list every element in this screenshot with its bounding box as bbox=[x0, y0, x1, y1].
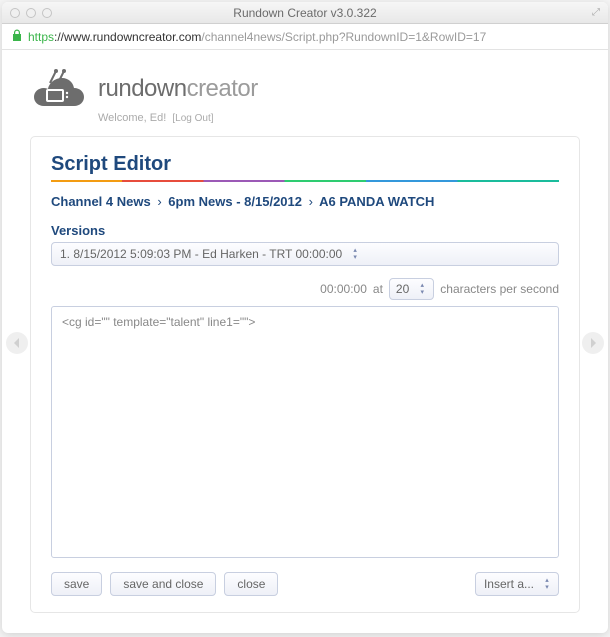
cps-stepper[interactable]: 20 ▴▾ bbox=[389, 278, 434, 300]
titlebar: Rundown Creator v3.0.322 ⤢ bbox=[2, 2, 608, 24]
script-editor-panel: Script Editor Channel 4 News › 6pm News … bbox=[30, 136, 580, 613]
stepper-icon: ▴▾ bbox=[415, 280, 429, 298]
breadcrumb-show[interactable]: Channel 4 News bbox=[51, 194, 151, 209]
script-editor-textarea[interactable] bbox=[51, 306, 559, 558]
content-area: rundowncreator Welcome, Ed! [Log Out] Sc… bbox=[2, 50, 608, 633]
at-label: at bbox=[373, 282, 383, 296]
close-button[interactable]: close bbox=[224, 572, 278, 596]
rainbow-divider bbox=[51, 180, 559, 182]
insert-select[interactable]: Insert a... ▴▾ bbox=[475, 572, 559, 596]
browser-window: Rundown Creator v3.0.322 ⤢ https://www.r… bbox=[2, 2, 608, 633]
stepper-icon: ▴▾ bbox=[540, 575, 554, 593]
url-bar[interactable]: https://www.rundowncreator.com/channel4n… bbox=[2, 24, 608, 50]
app-header: rundowncreator bbox=[30, 68, 580, 110]
prev-arrow-button[interactable] bbox=[6, 332, 28, 354]
window-title: Rundown Creator v3.0.322 bbox=[2, 6, 608, 20]
chevron-right-icon: › bbox=[306, 194, 316, 209]
brand-text: rundowncreator bbox=[98, 75, 258, 103]
stepper-icon: ▴▾ bbox=[348, 245, 362, 263]
cps-row: 00:00:00 at 20 ▴▾ characters per second bbox=[51, 278, 559, 300]
next-arrow-button[interactable] bbox=[582, 332, 604, 354]
welcome-line: Welcome, Ed! [Log Out] bbox=[98, 112, 580, 124]
versions-select[interactable]: 1. 8/15/2012 5:09:03 PM - Ed Harken - TR… bbox=[51, 242, 559, 266]
versions-selected-text: 1. 8/15/2012 5:09:03 PM - Ed Harken - TR… bbox=[60, 247, 342, 261]
chevron-right-icon: › bbox=[154, 194, 164, 209]
logo-icon bbox=[30, 68, 88, 110]
save-button[interactable]: save bbox=[51, 572, 102, 596]
versions-label: Versions bbox=[51, 223, 559, 238]
url-text: https://www.rundowncreator.com/channel4n… bbox=[28, 30, 486, 44]
insert-selected-text: Insert a... bbox=[484, 577, 534, 591]
save-and-close-button[interactable]: save and close bbox=[110, 572, 216, 596]
lock-icon bbox=[12, 29, 22, 44]
cps-value: 20 bbox=[396, 282, 409, 296]
panel-title: Script Editor bbox=[51, 153, 559, 176]
logout-link[interactable]: [Log Out] bbox=[172, 113, 213, 124]
breadcrumb-row[interactable]: A6 PANDA WATCH bbox=[319, 194, 434, 209]
breadcrumb-rundown[interactable]: 6pm News - 8/15/2012 bbox=[168, 194, 302, 209]
trt-value: 00:00:00 bbox=[320, 282, 367, 296]
cps-suffix: characters per second bbox=[440, 282, 559, 296]
button-row: save save and close close Insert a... ▴▾ bbox=[51, 572, 559, 596]
welcome-text: Welcome, Ed! bbox=[98, 112, 166, 124]
breadcrumb: Channel 4 News › 6pm News - 8/15/2012 › … bbox=[51, 194, 559, 209]
